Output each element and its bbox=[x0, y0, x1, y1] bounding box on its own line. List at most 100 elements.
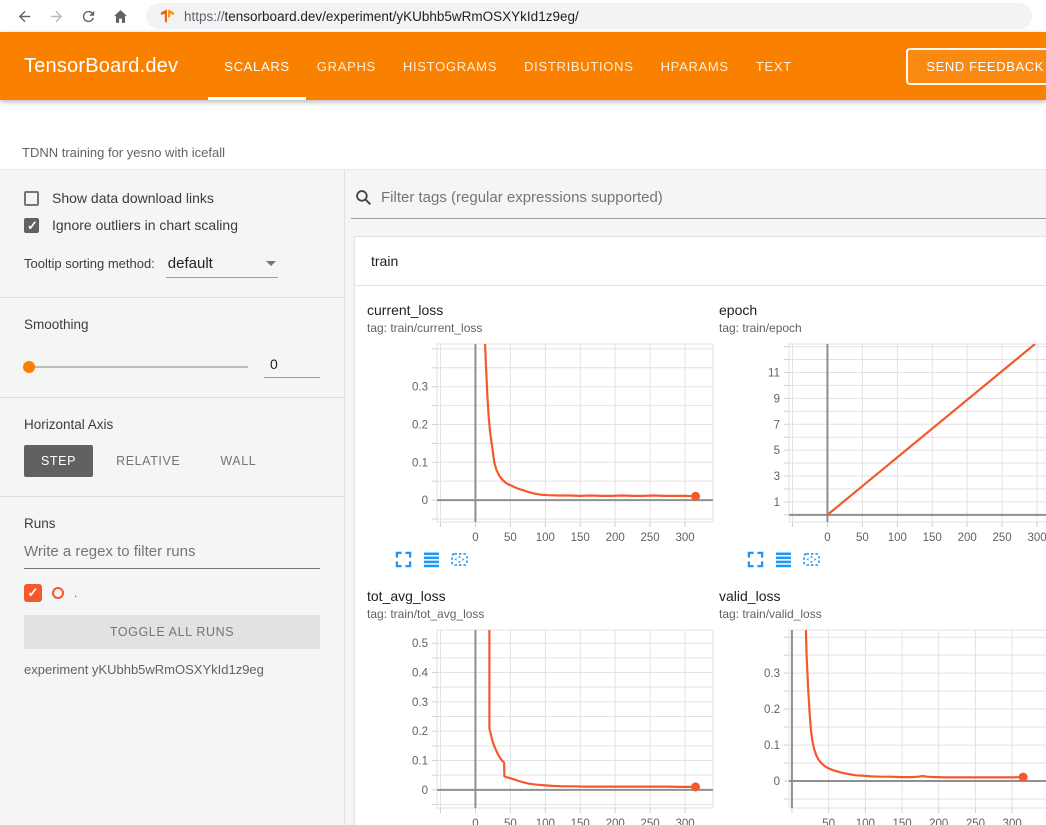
axis-relative-button[interactable]: RELATIVE bbox=[99, 445, 197, 477]
send-feedback-button[interactable]: SEND FEEDBACK bbox=[906, 48, 1046, 85]
line-chart[interactable]: 05010015020025030000.10.20.30.40.5 bbox=[367, 626, 717, 825]
svg-text:200: 200 bbox=[929, 818, 948, 825]
tab-scalars[interactable]: SCALARS bbox=[224, 32, 290, 100]
svg-text:200: 200 bbox=[606, 532, 625, 544]
svg-text:0.3: 0.3 bbox=[764, 668, 780, 680]
toggle-all-runs-button[interactable]: TOGGLE ALL RUNS bbox=[24, 615, 320, 649]
experiment-description: TDNN training for yesno with icefall bbox=[22, 145, 225, 160]
fit-domain-icon[interactable] bbox=[803, 551, 820, 568]
svg-text:150: 150 bbox=[923, 532, 942, 544]
ignore-outliers-row[interactable]: Ignore outliers in chart scaling bbox=[24, 217, 320, 233]
smoothing-value-field[interactable]: 0 bbox=[264, 356, 320, 378]
svg-text:50: 50 bbox=[856, 532, 869, 544]
chart-tag: tag: train/epoch bbox=[719, 321, 1046, 335]
toggle-log-scale-icon[interactable] bbox=[423, 551, 440, 568]
settings-sidebar: Show data download links Ignore outliers… bbox=[0, 170, 345, 825]
tooltip-sorting-select[interactable]: default bbox=[166, 255, 278, 278]
svg-text:9: 9 bbox=[774, 393, 780, 405]
chart-tag: tag: train/tot_avg_loss bbox=[367, 607, 707, 621]
tab-histograms[interactable]: HISTOGRAMS bbox=[403, 32, 497, 100]
svg-text:150: 150 bbox=[571, 818, 590, 825]
svg-text:0: 0 bbox=[422, 785, 428, 797]
line-chart[interactable]: 5010015020025030000.10.20.3 bbox=[719, 626, 1046, 825]
svg-text:0.3: 0.3 bbox=[412, 382, 428, 394]
search-icon bbox=[355, 189, 372, 206]
browser-toolbar: https://tensorboard.dev/experiment/yKUbh… bbox=[0, 0, 1046, 32]
svg-text:100: 100 bbox=[888, 532, 907, 544]
svg-text:0: 0 bbox=[472, 532, 478, 544]
toggle-log-scale-icon[interactable] bbox=[775, 551, 792, 568]
svg-text:150: 150 bbox=[571, 532, 590, 544]
tensorboard-favicon-icon bbox=[160, 9, 175, 24]
svg-text:0: 0 bbox=[472, 818, 478, 825]
top-nav: SCALARS GRAPHS HISTOGRAMS DISTRIBUTIONS … bbox=[224, 32, 792, 100]
svg-text:250: 250 bbox=[641, 818, 660, 825]
tag-filter-input[interactable] bbox=[381, 189, 1046, 206]
expand-chart-icon[interactable] bbox=[395, 551, 412, 568]
chart-title: current_loss bbox=[367, 302, 707, 318]
smoothing-slider[interactable] bbox=[24, 366, 248, 368]
svg-text:200: 200 bbox=[958, 532, 977, 544]
svg-text:50: 50 bbox=[504, 532, 517, 544]
svg-text:0.5: 0.5 bbox=[412, 638, 428, 650]
svg-text:300: 300 bbox=[1003, 818, 1022, 825]
chart-toolbar bbox=[367, 551, 707, 568]
forward-icon[interactable] bbox=[42, 3, 70, 29]
runs-filter-input[interactable] bbox=[24, 543, 320, 560]
tab-text[interactable]: TEXT bbox=[756, 32, 792, 100]
line-chart[interactable]: 0501001502002503001357911 bbox=[719, 340, 1046, 546]
reload-icon[interactable] bbox=[74, 3, 102, 29]
chart-toolbar bbox=[719, 551, 1046, 568]
fit-domain-icon[interactable] bbox=[451, 551, 468, 568]
tag-group-header[interactable]: train bbox=[355, 237, 1046, 286]
svg-text:11: 11 bbox=[768, 367, 780, 379]
divider bbox=[0, 496, 344, 497]
experiment-id-label: experiment yKUbhb5wRmOSXYkId1z9eg bbox=[24, 662, 320, 677]
dashboard-main: train current_loss tag: train/current_lo… bbox=[345, 170, 1046, 825]
smoothing-label: Smoothing bbox=[24, 317, 320, 332]
svg-text:3: 3 bbox=[774, 471, 780, 483]
divider bbox=[0, 297, 344, 298]
smoothing-slider-handle[interactable] bbox=[23, 361, 35, 373]
axis-wall-button[interactable]: WALL bbox=[203, 445, 273, 477]
divider bbox=[0, 397, 344, 398]
chart-title: epoch bbox=[719, 302, 1046, 318]
tab-hparams[interactable]: HPARAMS bbox=[661, 32, 729, 100]
run-row: ✓ . bbox=[24, 584, 320, 602]
svg-text:300: 300 bbox=[1027, 532, 1046, 544]
address-bar[interactable]: https://tensorboard.dev/experiment/yKUbh… bbox=[146, 3, 1032, 29]
axis-step-button[interactable]: STEP bbox=[24, 445, 93, 477]
svg-text:50: 50 bbox=[822, 818, 835, 825]
svg-text:100: 100 bbox=[536, 818, 555, 825]
expand-chart-icon[interactable] bbox=[747, 551, 764, 568]
svg-text:100: 100 bbox=[856, 818, 875, 825]
svg-text:250: 250 bbox=[641, 532, 660, 544]
horizontal-axis-label: Horizontal Axis bbox=[24, 417, 320, 432]
run-checkbox[interactable]: ✓ bbox=[24, 584, 42, 602]
chart-title: tot_avg_loss bbox=[367, 588, 707, 604]
svg-text:100: 100 bbox=[536, 532, 555, 544]
home-icon[interactable] bbox=[106, 3, 134, 29]
tag-group-card: train current_loss tag: train/current_lo… bbox=[354, 236, 1046, 825]
run-color-swatch bbox=[52, 587, 64, 599]
tooltip-sorting-value: default bbox=[168, 255, 213, 272]
chart-tile: epoch tag: train/epoch 05010015020025030… bbox=[707, 302, 1046, 588]
runs-label: Runs bbox=[24, 516, 320, 531]
svg-text:0: 0 bbox=[774, 776, 780, 788]
svg-text:0.1: 0.1 bbox=[412, 755, 428, 767]
tooltip-sorting-label: Tooltip sorting method: bbox=[24, 256, 155, 271]
svg-text:250: 250 bbox=[993, 532, 1012, 544]
svg-text:0.1: 0.1 bbox=[412, 457, 428, 469]
svg-text:0.2: 0.2 bbox=[764, 704, 780, 716]
charts-grid: current_loss tag: train/current_loss 050… bbox=[355, 286, 1046, 825]
show-download-links-checkbox[interactable] bbox=[24, 191, 39, 206]
tab-distributions[interactable]: DISTRIBUTIONS bbox=[524, 32, 634, 100]
show-download-links-row[interactable]: Show data download links bbox=[24, 190, 320, 206]
svg-text:50: 50 bbox=[504, 818, 517, 825]
line-chart[interactable]: 05010015020025030000.10.20.3 bbox=[367, 340, 717, 546]
tab-graphs[interactable]: GRAPHS bbox=[317, 32, 376, 100]
svg-text:200: 200 bbox=[606, 818, 625, 825]
ignore-outliers-checkbox[interactable] bbox=[24, 218, 39, 233]
ignore-outliers-label: Ignore outliers in chart scaling bbox=[52, 217, 238, 233]
back-icon[interactable] bbox=[10, 3, 38, 29]
